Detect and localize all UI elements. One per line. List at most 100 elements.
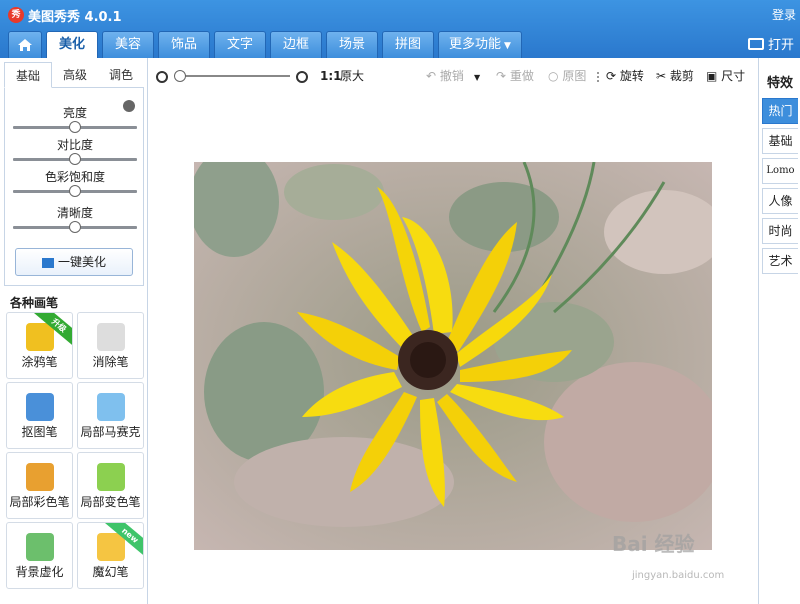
app-logo: 秀	[8, 7, 24, 23]
circle-icon: ○	[548, 69, 559, 83]
brush-partial-color[interactable]: 局部彩色笔	[6, 452, 73, 519]
tab-beautify[interactable]: 美化	[46, 31, 98, 58]
effect-tab-basic[interactable]: 基础	[762, 128, 798, 154]
zoom-out-icon	[156, 70, 168, 83]
blur-background-icon	[26, 533, 54, 561]
tab-home[interactable]	[8, 31, 42, 58]
redo-icon: ↷	[496, 69, 507, 83]
folder-icon	[747, 37, 764, 50]
saturation-track[interactable]	[13, 185, 137, 197]
resize-label: 尺寸	[721, 69, 746, 83]
wand-icon	[41, 257, 54, 268]
doodle-pen-icon	[26, 323, 54, 351]
brush-doodle[interactable]: 升级 涂鸦笔	[6, 312, 73, 379]
mosaic-icon	[97, 393, 125, 421]
effect-tab-art[interactable]: 艺术	[762, 248, 798, 274]
chevron-down-icon: ▼	[474, 73, 481, 82]
tab-collage[interactable]: 拼图	[382, 31, 434, 58]
brush-label: 涂鸦笔	[21, 355, 58, 369]
brush-label: 局部变色笔	[80, 495, 141, 509]
saturation-label: 色彩饱和度	[44, 170, 105, 184]
zoom-in-icon	[296, 70, 308, 83]
tab-text[interactable]: 文字	[214, 31, 266, 58]
tab-scene[interactable]: 场景	[326, 31, 378, 58]
brush-cutout[interactable]: 抠图笔	[6, 382, 73, 449]
effect-tab-fashion[interactable]: 时尚	[762, 218, 798, 244]
rotate-button[interactable]: ⟳ 旋转	[606, 68, 644, 84]
sharpness-label: 清晰度	[56, 206, 93, 220]
rotate-label: 旋转	[619, 69, 644, 83]
tab-color[interactable]: 调色	[98, 62, 144, 87]
brightness-label: 亮度	[62, 106, 87, 120]
undo-button[interactable]: ↶ 撤销	[426, 68, 464, 84]
undo-dropdown[interactable]: ▼	[474, 68, 480, 86]
brush-magic[interactable]: new 魔幻笔	[77, 522, 144, 589]
left-panel: 基础 高级 调色 亮度 对比度 色彩饱和度 清晰度 一键美化 各种画笔 升级 涂鸦…	[0, 58, 148, 604]
brush-mosaic[interactable]: 局部马赛克	[77, 382, 144, 449]
brush-label: 消除笔	[92, 355, 129, 369]
effect-tab-hot[interactable]: 热门	[762, 98, 798, 124]
chevron-down-icon: ▼	[504, 41, 511, 51]
effects-panel: 特效 热门 基础 Lomo 人像 时尚 艺术	[758, 58, 800, 604]
sharpness-slider-row: 清晰度	[13, 206, 137, 233]
resize-button[interactable]: ▣ 尺寸	[706, 68, 745, 84]
zoom-slider-thumb[interactable]	[174, 70, 186, 82]
effect-tab-lomo[interactable]: Lomo	[762, 158, 798, 184]
tab-accessory[interactable]: 饰品	[158, 31, 210, 58]
one-key-label: 一键美化	[57, 255, 106, 269]
baidu-watermark: Bai 经验	[612, 532, 695, 556]
original-image-label: 原图	[562, 69, 587, 83]
flower-photo	[194, 162, 712, 550]
login-link[interactable]: 登录	[772, 6, 796, 23]
cutout-pen-icon	[26, 393, 54, 421]
zoom-slider[interactable]	[180, 75, 290, 77]
tab-advanced[interactable]: 高级	[52, 62, 98, 87]
contrast-label: 对比度	[56, 138, 93, 152]
brush-label: 局部马赛克	[80, 425, 141, 439]
tab-more[interactable]: 更多功能 ▼	[438, 31, 522, 58]
brush-blur-bg[interactable]: 背景虚化	[6, 522, 73, 589]
image-toolbar: 1:1 原大 ↶ 撤销 ▼ ↷ 重做 ○ 原图 ⟳ 旋转 ✂ 裁剪 ▣ 尺寸	[150, 58, 758, 94]
title-bar: 秀 美图秀秀 4.0.1 登录 美化 美容 饰品 文字 边框 场景 拼图 更多功…	[0, 0, 800, 58]
one-key-beautify-button[interactable]: 一键美化	[15, 248, 133, 276]
tab-face[interactable]: 美容	[102, 31, 154, 58]
brightness-slider-row: 亮度	[13, 106, 137, 133]
tab-more-label: 更多功能	[449, 37, 502, 52]
brightness-thumb[interactable]	[69, 121, 81, 133]
brush-eraser[interactable]: 消除笔	[77, 312, 144, 379]
brush-section-title: 各种画笔	[10, 296, 59, 310]
sharpness-track[interactable]	[13, 221, 137, 233]
rotate-icon: ⟳	[606, 69, 617, 83]
saturation-thumb[interactable]	[69, 185, 81, 197]
contrast-thumb[interactable]	[69, 153, 81, 165]
brightness-track[interactable]	[13, 121, 137, 133]
app-title: 美图秀秀 4.0.1	[28, 10, 122, 25]
scissors-icon: ✂	[656, 69, 667, 83]
contrast-slider-row: 对比度	[13, 138, 137, 165]
adjust-box: 亮度 对比度 色彩饱和度 清晰度 一键美化	[4, 88, 144, 286]
zoom-ratio[interactable]: 1:1	[320, 68, 342, 84]
original-image-button[interactable]: ○ 原图	[548, 68, 586, 84]
effect-tab-portrait[interactable]: 人像	[762, 188, 798, 214]
redo-label: 重做	[509, 69, 534, 83]
open-button[interactable]: 打开	[747, 34, 794, 53]
contrast-track[interactable]	[13, 153, 137, 165]
recolor-icon	[97, 463, 125, 491]
photo-canvas[interactable]	[194, 162, 712, 550]
original-size-button[interactable]: 原大	[340, 68, 364, 84]
crop-button[interactable]: ✂ 裁剪	[656, 68, 694, 84]
brush-label: 魔幻笔	[92, 565, 129, 579]
zoom-out-button[interactable]	[156, 68, 168, 84]
crop-label: 裁剪	[669, 69, 694, 83]
redo-button[interactable]: ↷ 重做	[496, 68, 534, 84]
brush-recolor[interactable]: 局部变色笔	[77, 452, 144, 519]
brush-label: 背景虚化	[15, 565, 64, 579]
tab-basic[interactable]: 基础	[4, 62, 52, 88]
saturation-slider-row: 色彩饱和度	[13, 170, 137, 197]
sharpness-thumb[interactable]	[69, 221, 81, 233]
paint-brush-icon	[26, 463, 54, 491]
tab-frame[interactable]: 边框	[270, 31, 322, 58]
undo-icon: ↶	[426, 69, 437, 83]
home-icon	[18, 39, 32, 51]
zoom-in-button[interactable]	[296, 68, 308, 84]
